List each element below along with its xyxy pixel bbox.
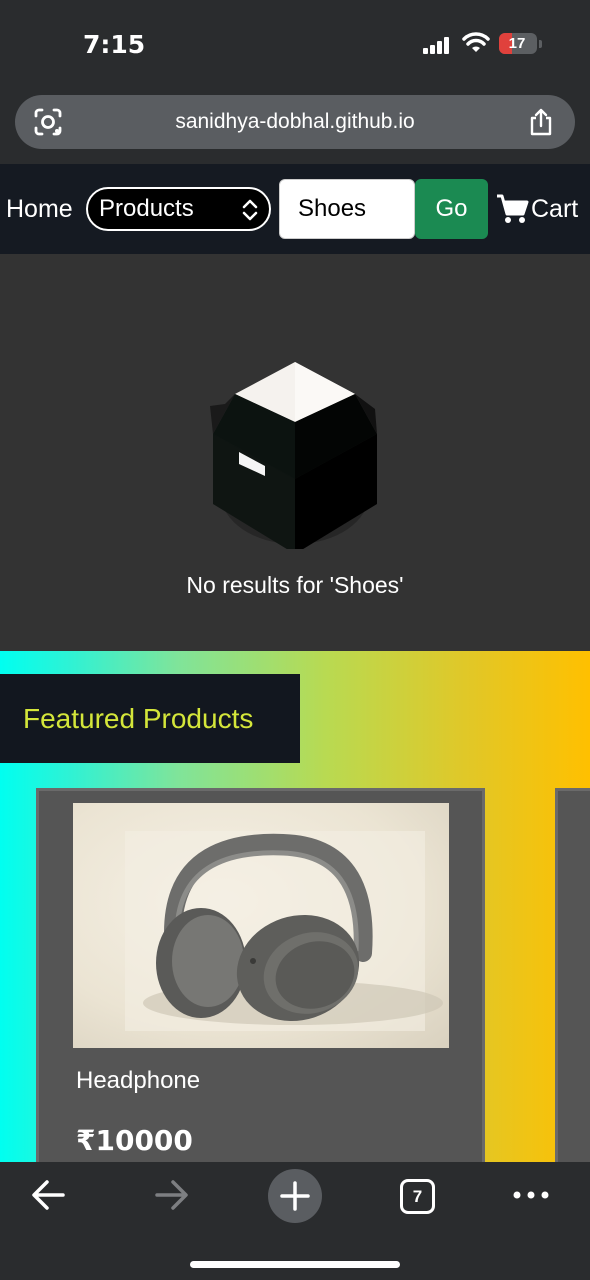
category-select-value: Products <box>99 195 194 222</box>
cart-icon <box>497 194 529 223</box>
status-bar: 7:15 17 <box>0 0 590 88</box>
featured-section: Featured Products Headphone ₹10000 <box>0 651 590 1168</box>
back-icon[interactable] <box>29 1175 67 1215</box>
plus-icon <box>280 1181 310 1211</box>
cart-link[interactable]: Cart <box>496 164 578 254</box>
go-button[interactable]: Go <box>415 179 488 239</box>
more-icon[interactable] <box>512 1189 550 1201</box>
forward-icon[interactable] <box>153 1175 191 1215</box>
search-input[interactable]: Shoes <box>279 179 415 239</box>
new-tab-button[interactable] <box>268 1169 322 1223</box>
select-arrows-icon <box>242 199 258 221</box>
product-card[interactable] <box>555 788 590 1168</box>
battery-icon: 17 <box>499 33 537 54</box>
cart-label: Cart <box>531 194 579 223</box>
battery-level: 17 <box>508 35 526 52</box>
no-results-section: No results for 'Shoes' <box>0 254 590 651</box>
signal-icon <box>423 36 451 54</box>
share-icon[interactable] <box>527 107 555 137</box>
tabs-button[interactable]: 7 <box>400 1179 435 1214</box>
status-time: 7:15 <box>83 30 146 59</box>
product-name: Headphone <box>76 1067 201 1094</box>
no-results-message: No results for 'Shoes' <box>186 572 404 598</box>
browser-toolbar: 7 <box>0 1162 590 1280</box>
headphone-image <box>125 831 443 1031</box>
wifi-icon <box>462 32 490 52</box>
featured-heading: Featured Products <box>0 674 300 763</box>
product-image[interactable] <box>73 803 449 1048</box>
box-icon <box>210 362 377 549</box>
product-price: ₹10000 <box>76 1124 193 1157</box>
address-bar[interactable]: sanidhya-dobhal.github.io <box>15 95 575 149</box>
home-link[interactable]: Home <box>6 164 73 254</box>
category-select[interactable]: Products <box>86 187 271 231</box>
url-text[interactable]: sanidhya-dobhal.github.io <box>15 95 575 149</box>
product-card[interactable]: Headphone ₹10000 <box>36 788 485 1168</box>
home-indicator <box>190 1261 400 1268</box>
site-nav: Home Products Shoes Go Cart <box>0 164 590 254</box>
